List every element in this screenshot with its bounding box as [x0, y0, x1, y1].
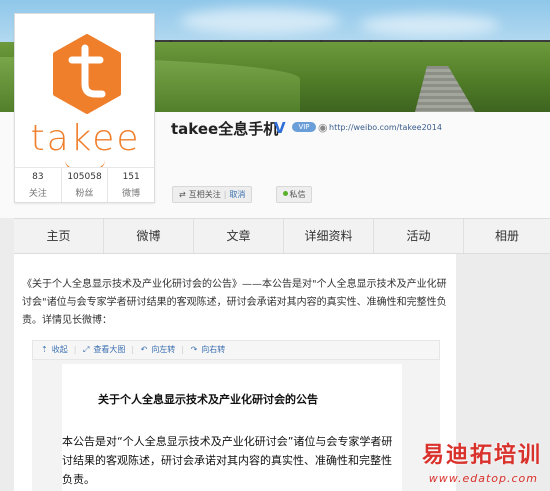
- rotate-left-icon: ↶: [140, 345, 148, 354]
- tab-photos[interactable]: 相册: [464, 219, 550, 253]
- announcement-title: 关于个人全息显示技术及产业化研讨会的公告: [98, 393, 318, 406]
- profile-username: takee全息手机: [171, 120, 279, 138]
- tab-articles[interactable]: 文章: [194, 219, 284, 253]
- post-image[interactable]: 关于个人全息显示技术及产业化研讨会的公告 本公告是对“个人全息显示技术及产业化研…: [32, 360, 440, 491]
- watermark-text: 易迪拓培训: [421, 443, 542, 468]
- rotate-right-icon: ↷: [190, 345, 198, 354]
- collapse-icon: ⇡: [41, 345, 48, 354]
- stat-posts[interactable]: 151 微博: [108, 168, 154, 202]
- stat-fans-count: 105058: [67, 172, 102, 182]
- post-card: 《关于个人全息显示技术及产业化研讨会的公告》——本公告是对"个人全息显示技术及产…: [14, 254, 456, 491]
- brand-wordmark: takee: [30, 118, 141, 159]
- post-text: 《关于个人全息显示技术及产业化研讨会的公告》——本公告是对"个人全息显示技术及产…: [22, 279, 447, 326]
- takee-logo-icon: [53, 34, 121, 114]
- mutual-follow-label: 互相关注: [188, 190, 221, 199]
- stat-following[interactable]: 83 关注: [15, 168, 62, 202]
- profile-url-link[interactable]: http://weibo.com/takee2014: [329, 123, 442, 132]
- profile-nav: 主页 微博 文章 详细资料 活动 相册: [14, 218, 550, 254]
- verified-icon[interactable]: V: [274, 119, 286, 137]
- image-toolbar: ⇡ 收起 | ⤢ 查看大图 | ↶ 向左转 | ↷ 向右转: [32, 340, 440, 360]
- stat-fans-label: 粉丝: [75, 189, 94, 199]
- collapse-link[interactable]: 收起: [52, 345, 68, 354]
- rotate-left-link[interactable]: 向左转: [151, 345, 175, 354]
- zoom-icon: ⤢: [82, 345, 90, 354]
- watermark-url: www.edatop.com: [428, 472, 538, 485]
- stat-following-label: 关注: [28, 189, 47, 199]
- vip-badge[interactable]: VIP: [292, 122, 316, 132]
- tab-profile-details[interactable]: 详细资料: [284, 219, 374, 253]
- message-dot-icon: [282, 191, 288, 196]
- private-message-button[interactable]: 私信: [276, 186, 312, 203]
- tab-home[interactable]: 主页: [14, 219, 104, 253]
- announcement-document: 关于个人全息显示技术及产业化研讨会的公告 本公告是对“个人全息显示技术及产业化研…: [62, 364, 402, 491]
- stat-posts-label: 微博: [122, 189, 141, 199]
- view-large-link[interactable]: 查看大图: [93, 345, 125, 354]
- tab-weibo[interactable]: 微博: [104, 219, 194, 253]
- mutual-follow-icon: ⇄: [179, 190, 186, 199]
- stat-following-count: 83: [32, 172, 44, 182]
- stat-posts-count: 151: [122, 172, 140, 182]
- stat-fans[interactable]: 105058 粉丝: [62, 168, 109, 202]
- private-message-label: 私信: [289, 190, 306, 199]
- tab-events[interactable]: 活动: [374, 219, 464, 253]
- cancel-follow-link[interactable]: 取消: [229, 187, 245, 202]
- mutual-follow-button: ⇄ 互相关注 | 取消: [172, 186, 253, 203]
- announcement-body: 本公告是对“个人全息显示技术及产业化研讨会”诸位与会专家学者研讨结果的客观陈述，…: [62, 435, 393, 486]
- profile-stats: 83 关注 105058 粉丝 151 微博: [14, 167, 155, 203]
- rotate-right-link[interactable]: 向右转: [201, 345, 225, 354]
- globe-icon: ◉: [318, 121, 328, 134]
